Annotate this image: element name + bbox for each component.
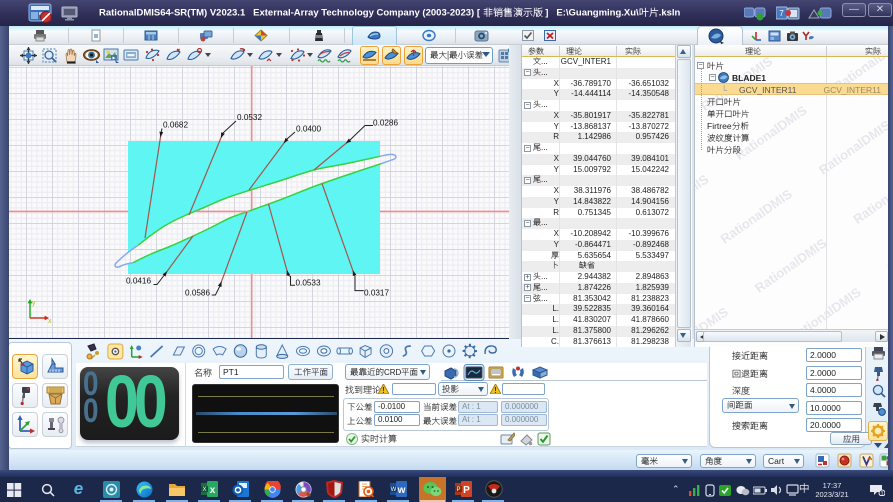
- svg-text:X: X: [202, 487, 206, 493]
- svg-text:x: x: [210, 485, 216, 496]
- svg-text:0.0286: 0.0286: [373, 119, 398, 128]
- svg-text:0.0533: 0.0533: [296, 279, 321, 288]
- svg-text:0.0400: 0.0400: [296, 125, 321, 134]
- svg-text:w: w: [397, 485, 406, 496]
- svg-text:P: P: [463, 485, 470, 496]
- svg-text:7: 7: [779, 9, 784, 18]
- svg-text:x: x: [48, 318, 52, 325]
- svg-text:!: !: [494, 386, 497, 394]
- svg-text:!: !: [382, 386, 385, 394]
- svg-text:0.0416: 0.0416: [126, 277, 151, 286]
- svg-text:0.0586: 0.0586: [185, 289, 210, 298]
- svg-text:0.0682: 0.0682: [163, 121, 188, 130]
- svg-text:0.0317: 0.0317: [364, 289, 389, 298]
- svg-text:P: P: [456, 487, 460, 493]
- svg-text:y: y: [32, 300, 36, 307]
- svg-text:W: W: [391, 487, 397, 493]
- svg-text:0.0532: 0.0532: [237, 113, 262, 122]
